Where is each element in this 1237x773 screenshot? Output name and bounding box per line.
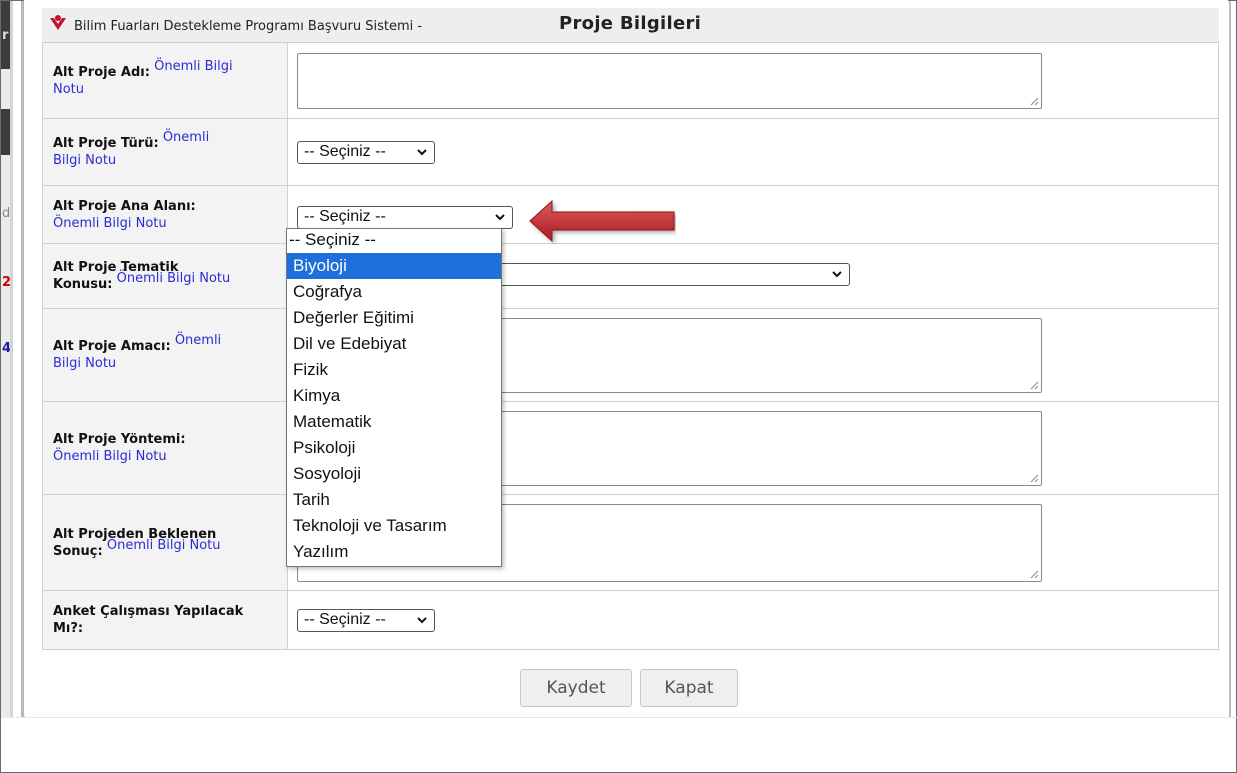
- info-note-link[interactable]: Bilgi Notu: [53, 356, 116, 371]
- field-label: Alt Proje Ana Alanı: Önemli Bilgi Notu: [42, 185, 288, 244]
- info-note-link[interactable]: Önemli Bilgi Notu: [53, 216, 167, 231]
- dropdown-option[interactable]: Dil ve Edebiyat: [287, 331, 501, 357]
- form-row-expected-result: Alt Projeden Beklenen Sonuç: Önemli Bilg…: [42, 494, 1219, 591]
- sub-project-name-textarea[interactable]: [297, 52, 1042, 109]
- form-row-type: Alt Proje Türü: Önemli Bilgi Notu -- Seç…: [42, 118, 1219, 186]
- background-window-strip: r d 2 4: [1, 1, 11, 717]
- form-row-name: Alt Proje Adı: Önemli Bilgi Notu: [42, 42, 1219, 119]
- field-label: Alt Proje Amacı: Önemli Bilgi Notu: [42, 308, 288, 402]
- project-info-dialog: Bilim Fuarları Destekleme Programı Başvu…: [24, 0, 1228, 716]
- info-note-link[interactable]: Önemli: [175, 333, 221, 348]
- form-row-purpose: Alt Proje Amacı: Önemli Bilgi Notu: [42, 308, 1219, 402]
- close-button[interactable]: Kapat: [640, 669, 738, 707]
- field-label: Alt Projeden Beklenen Sonuç: Önemli Bilg…: [42, 494, 288, 591]
- annotation-arrow-icon: [529, 199, 675, 243]
- sub-project-type-select[interactable]: -- Seçiniz --: [297, 140, 435, 164]
- chevron-down-icon: [495, 214, 505, 221]
- dropdown-option[interactable]: Teknoloji ve Tasarım: [287, 513, 501, 539]
- dropdown-option[interactable]: -- Seçiniz --: [287, 229, 501, 253]
- info-note-link[interactable]: Notu: [53, 82, 84, 97]
- info-note-link[interactable]: Önemli Bilgi Notu: [107, 538, 221, 553]
- field-label: Anket Çalışması Yapılacak Mı?:: [42, 590, 288, 650]
- resize-grip-icon[interactable]: [1029, 569, 1039, 579]
- form-row-method: Alt Proje Yöntemi: Önemli Bilgi Notu: [42, 401, 1219, 495]
- chevron-down-icon: [417, 616, 427, 623]
- form-row-survey: Anket Çalışması Yapılacak Mı?: -- Seçini…: [42, 590, 1219, 650]
- background-text: r: [2, 28, 9, 43]
- dropdown-option[interactable]: Yazılım: [287, 539, 501, 565]
- chevron-down-icon: [417, 148, 427, 155]
- resize-grip-icon[interactable]: [1029, 96, 1039, 106]
- survey-select[interactable]: -- Seçiniz --: [297, 608, 435, 632]
- dropdown-option[interactable]: Sosyoloji: [287, 461, 501, 487]
- sub-project-main-field-select[interactable]: -- Seçiniz --: [297, 206, 513, 229]
- dropdown-option[interactable]: Kimya: [287, 383, 501, 409]
- dropdown-option[interactable]: Değerler Eğitimi: [287, 305, 501, 331]
- field-label: Alt Proje Adı: Önemli Bilgi Notu: [42, 42, 288, 119]
- info-note-link[interactable]: Önemli: [163, 130, 209, 145]
- dropdown-option[interactable]: Tarih: [287, 487, 501, 513]
- resize-grip-icon[interactable]: [1029, 473, 1039, 483]
- info-note-link[interactable]: Bilgi Notu: [53, 153, 116, 168]
- field-label: Alt Proje Türü: Önemli Bilgi Notu: [42, 118, 288, 186]
- resize-grip-icon[interactable]: [1029, 380, 1039, 390]
- info-note-link[interactable]: Önemli Bilgi Notu: [117, 271, 231, 286]
- field-label: Alt Proje Yöntemi: Önemli Bilgi Notu: [42, 401, 288, 495]
- save-button[interactable]: Kaydet: [520, 669, 632, 707]
- dropdown-option[interactable]: Matematik: [287, 409, 501, 435]
- chevron-down-icon: [832, 270, 842, 277]
- info-note-link[interactable]: Önemli Bilgi: [154, 59, 233, 74]
- main-field-dropdown-list[interactable]: -- Seçiniz -- Biyoloji Coğrafya Değerler…: [286, 228, 502, 567]
- dropdown-option-selected[interactable]: Biyoloji: [287, 253, 501, 279]
- scrollbar-track[interactable]: [1229, 1, 1231, 717]
- project-form: Alt Proje Adı: Önemli Bilgi Notu Alt Pro…: [42, 42, 1219, 650]
- dropdown-option[interactable]: Coğrafya: [287, 279, 501, 305]
- field-label: Alt Proje Tematik Konusu: Önemli Bilgi N…: [42, 243, 288, 309]
- form-row-theme: Alt Proje Tematik Konusu: Önemli Bilgi N…: [42, 243, 1219, 309]
- dropdown-option[interactable]: Fizik: [287, 357, 501, 383]
- app-title: Bilim Fuarları Destekleme Programı Başvu…: [74, 19, 423, 34]
- info-note-link[interactable]: Önemli Bilgi Notu: [53, 449, 167, 464]
- dropdown-option[interactable]: Psikoloji: [287, 435, 501, 461]
- dialog-title-bar: Bilim Fuarları Destekleme Programı Başvu…: [42, 8, 1219, 42]
- page-title: Proje Bilgileri: [559, 13, 702, 34]
- tubitak-logo-icon: [50, 15, 66, 30]
